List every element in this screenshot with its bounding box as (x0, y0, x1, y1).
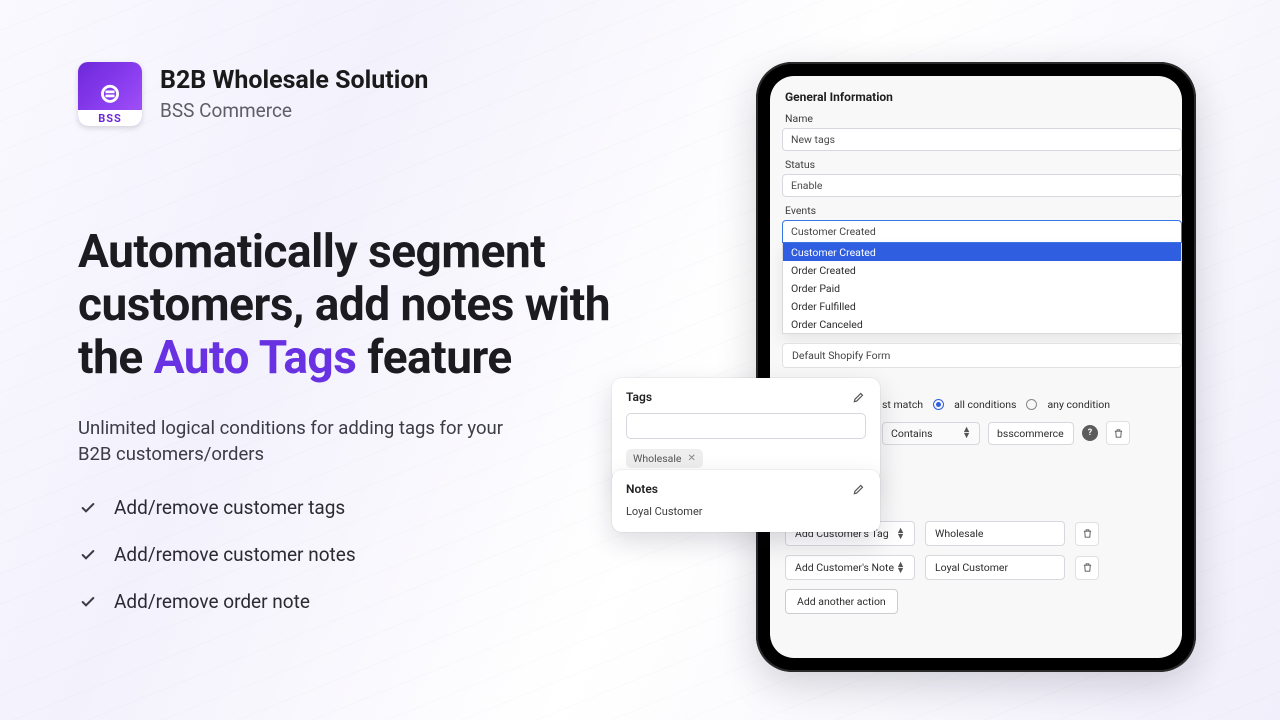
events-option[interactable]: Order Paid (783, 279, 1181, 297)
events-option[interactable]: Order Created (783, 261, 1181, 279)
trash-icon (1113, 428, 1124, 439)
action-row: Add Customer's Note ▲▼ Loyal Customer (785, 555, 1182, 580)
events-dropdown: Customer Created Order Created Order Pai… (782, 243, 1182, 334)
status-label: Status (785, 158, 1174, 171)
form-source-select[interactable]: Default Shopify Form (782, 343, 1182, 368)
tags-card-title: Tags (626, 390, 652, 404)
events-label: Events (785, 204, 1174, 217)
list-item: Add/remove customer notes (78, 543, 638, 566)
trash-icon (1082, 528, 1093, 539)
condition-value-field[interactable]: bsscommerce (988, 422, 1074, 445)
action-value-field[interactable]: Loyal Customer (925, 555, 1065, 580)
events-select[interactable]: Customer Created (782, 220, 1182, 243)
delete-action-button[interactable] (1075, 522, 1099, 546)
close-icon[interactable]: ✕ (687, 453, 695, 464)
match-label: st match (882, 398, 923, 411)
name-field[interactable]: New tags (782, 128, 1182, 151)
radio-any-condition[interactable] (1026, 399, 1037, 410)
add-action-button[interactable]: Add another action (785, 589, 898, 614)
pencil-icon[interactable] (852, 390, 866, 404)
radio-all-conditions[interactable] (933, 399, 944, 410)
section-title: General Information (785, 90, 1174, 104)
pencil-icon[interactable] (852, 482, 866, 496)
events-option[interactable]: Order Canceled (783, 315, 1181, 333)
tags-input[interactable] (626, 413, 866, 439)
app-title: B2B Wholesale Solution (160, 66, 428, 95)
status-select[interactable]: Enable (782, 174, 1182, 197)
notes-card-title: Notes (626, 482, 658, 496)
delete-action-button[interactable] (1075, 556, 1099, 580)
notes-body: Loyal Customer (626, 505, 866, 518)
check-icon (78, 592, 98, 612)
help-icon[interactable]: ? (1082, 425, 1098, 441)
hero-heading: Automatically segment customers, add not… (78, 226, 638, 385)
chevron-updown-icon: ▲▼ (896, 528, 905, 540)
delete-condition-button[interactable] (1106, 421, 1130, 445)
check-icon (78, 498, 98, 518)
list-item: Add/remove order note (78, 590, 638, 613)
tablet-frame: General Information Name New tags Status… (756, 62, 1196, 672)
check-icon (78, 545, 98, 565)
trash-icon (1082, 562, 1093, 573)
action-value-field[interactable]: Wholesale (925, 521, 1065, 546)
name-label: Name (785, 112, 1174, 125)
app-logo: ⊜ BSS (78, 62, 142, 126)
list-item: Add/remove customer tags (78, 496, 638, 519)
notes-card: Notes Loyal Customer (612, 470, 880, 532)
feature-list: Add/remove customer tags Add/remove cust… (78, 496, 638, 613)
hero-subtext: Unlimited logical conditions for adding … (78, 415, 508, 469)
tags-card: Tags Wholesale✕ (612, 378, 880, 482)
events-option[interactable]: Customer Created (783, 243, 1181, 261)
app-vendor: BSS Commerce (160, 99, 428, 122)
chevron-updown-icon: ▲▼ (962, 427, 971, 439)
chevron-updown-icon: ▲▼ (896, 562, 905, 574)
action-type-select[interactable]: Add Customer's Note ▲▼ (785, 555, 915, 580)
condition-operator-select[interactable]: Contains ▲▼ (882, 422, 980, 445)
events-option[interactable]: Order Fulfilled (783, 297, 1181, 315)
tag-chip[interactable]: Wholesale✕ (626, 449, 703, 468)
